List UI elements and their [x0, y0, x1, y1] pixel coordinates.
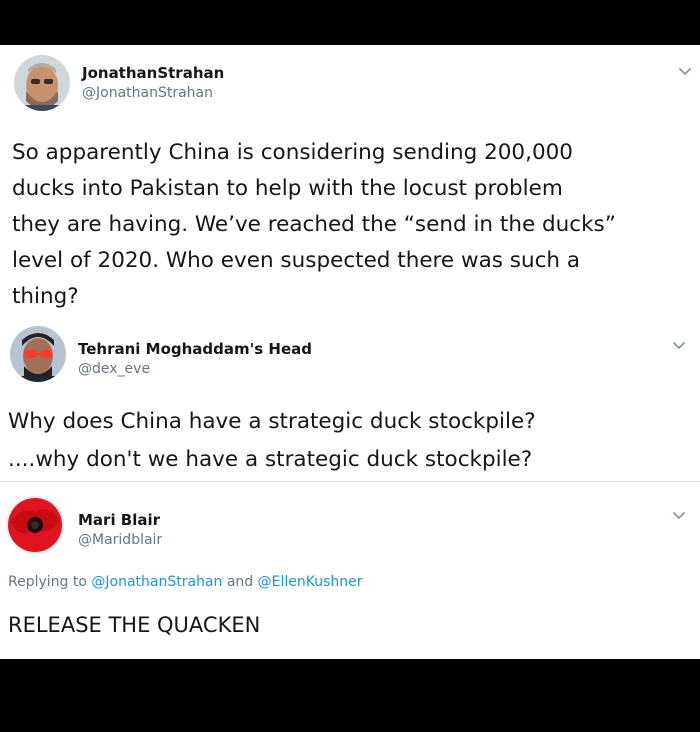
handle[interactable]: @JonathanStrahan — [82, 85, 213, 101]
mention-link[interactable]: @EllenKushner — [258, 574, 363, 590]
tweet-text-line: thing? — [12, 284, 79, 309]
tweet-dex-eve: Tehrani Moghaddam's Head @dex_eve Why do… — [0, 320, 700, 480]
tweet-text-line: level of 2020. Who even suspected there … — [12, 248, 581, 273]
chevron-down-icon[interactable] — [668, 504, 690, 526]
tweet-text-line: ducks into Pakistan to help with the loc… — [12, 176, 563, 201]
tweet-text-line: Why does China have a strategic duck sto… — [8, 409, 536, 434]
chevron-down-icon[interactable] — [668, 334, 690, 356]
handle[interactable]: @dex_eve — [78, 361, 150, 377]
tweet-text-line: ....why don't we have a strategic duck s… — [8, 447, 533, 472]
red-poppy-flower — [6, 496, 64, 554]
display-name[interactable]: Mari Blair — [78, 511, 160, 529]
tweet-text-line: RELEASE THE QUACKEN — [8, 613, 261, 637]
tweet-maridblair: Mari Blair @Maridblair Replying to @Jona… — [0, 482, 700, 659]
tweet-jonathanstrahan: JonathanStrahan @JonathanStrahan So appa… — [0, 45, 700, 320]
profile-photo — [10, 326, 66, 382]
display-name[interactable]: JonathanStrahan — [82, 64, 224, 82]
replying-to-label: Replying to — [8, 574, 87, 590]
tweet-text: Why does China have a strategic duck sto… — [8, 403, 536, 479]
display-name[interactable]: Tehrani Moghaddam's Head — [78, 340, 312, 358]
profile-photo — [14, 55, 70, 111]
handle[interactable]: @Maridblair — [78, 532, 162, 548]
replying-to: Replying to @JonathanStrahan and @EllenK… — [8, 574, 363, 590]
replying-to-and: and — [226, 574, 254, 590]
avatar[interactable] — [10, 326, 66, 382]
screenshot-frame: JonathanStrahan @JonathanStrahan So appa… — [0, 45, 700, 659]
tweet-text: RELEASE THE QUACKEN — [8, 610, 260, 640]
avatar[interactable] — [6, 496, 64, 554]
avatar[interactable] — [14, 55, 70, 111]
chevron-down-icon[interactable] — [674, 60, 696, 82]
mention-link[interactable]: @JonathanStrahan — [91, 574, 222, 590]
tweet-text-line: they are having. We’ve reached the “send… — [12, 212, 616, 237]
tweet-text: So apparently China is considering sendi… — [12, 135, 616, 315]
tweet-text-line: So apparently China is considering sendi… — [12, 140, 573, 165]
